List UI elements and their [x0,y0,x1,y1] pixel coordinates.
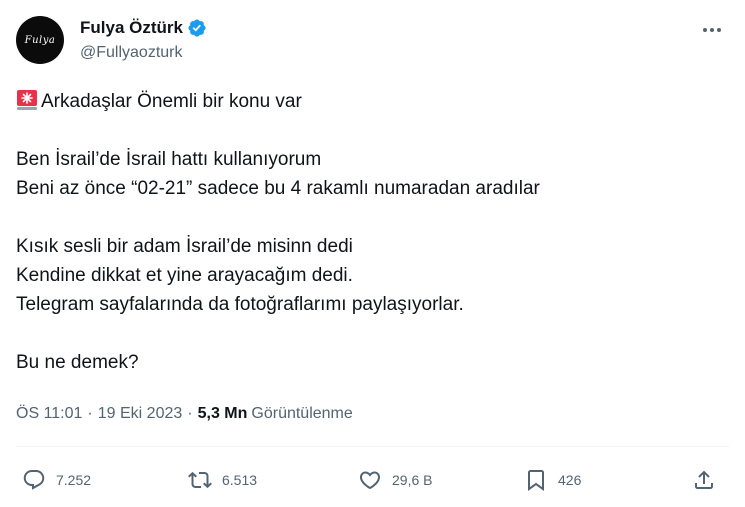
avatar[interactable]: Fulya [16,16,64,64]
share-icon [695,470,713,489]
tweet-line: Kendine dikkat et yine arayacağım dedi. [16,265,353,286]
share-button[interactable] [692,468,716,492]
author-name-row: Fulya Öztürk [80,18,207,38]
views-label: Görüntülenme [251,405,353,422]
verified-badge-icon [188,19,206,37]
avatar-logo-text: Fulya [24,34,56,46]
tweet-meta: ÖS 11:01 · 19 Eki 2023 · 5,3 Mn Görüntül… [16,405,353,423]
author-handle[interactable]: @Fullyaozturk [80,44,183,62]
tweet-line: Beni az önce “02-21” sadece bu 4 rakamlı… [16,178,540,199]
tweet-spacer [16,116,716,145]
tweet-line: Kısık sesli bir adam İsrail’de misinn de… [16,236,353,257]
divider [16,446,729,447]
meta-separator: · [187,405,193,422]
bookmark-button[interactable]: 426 [524,468,581,492]
tweet-line-text: Arkadaşlar Önemli bir konu var [41,91,302,112]
tweet-spacer [16,319,716,348]
tweet-line: Telegram sayfalarında da fotoğraflarımı … [16,294,464,315]
tweet-date[interactable]: 19 Eki 2023 [98,405,183,423]
bookmark-count: 426 [558,472,582,488]
heart-icon [359,471,381,490]
alarm-light-icon [17,90,37,110]
tweet-text: Arkadaşlar Önemli bir konu var Ben İsrai… [16,87,716,377]
tweet-line: Bu ne demek? [16,352,139,373]
like-button[interactable]: 29,6 B [358,468,432,492]
action-bar: 7.252 6.513 29,6 B 426 [16,462,729,498]
bookmark-icon [528,470,544,491]
retweet-count: 6.513 [222,472,258,488]
tweet-line: Arkadaşlar Önemli bir konu var [16,87,716,116]
reply-button[interactable]: 7.252 [22,468,91,492]
like-count: 29,6 B [392,472,433,488]
reply-icon [23,470,45,490]
tweet-card: Fulya Fulya Öztürk @Fullyaozturk Arkadaş… [0,0,745,507]
tweet-time[interactable]: ÖS 11:01 [16,405,82,423]
retweet-button[interactable]: 6.513 [188,468,257,492]
author-display-name[interactable]: Fulya Öztürk [80,18,183,38]
views-count[interactable]: 5,3 Mn [198,405,248,423]
more-options-icon[interactable] [695,18,729,42]
tweet-spacer [16,203,716,232]
reply-count: 7.252 [56,472,92,488]
more-dots-icon [703,28,721,32]
tweet-line: Ben İsrail’de İsrail hattı kullanıyorum [16,149,322,170]
retweet-icon [188,471,212,489]
meta-separator: · [87,405,93,422]
